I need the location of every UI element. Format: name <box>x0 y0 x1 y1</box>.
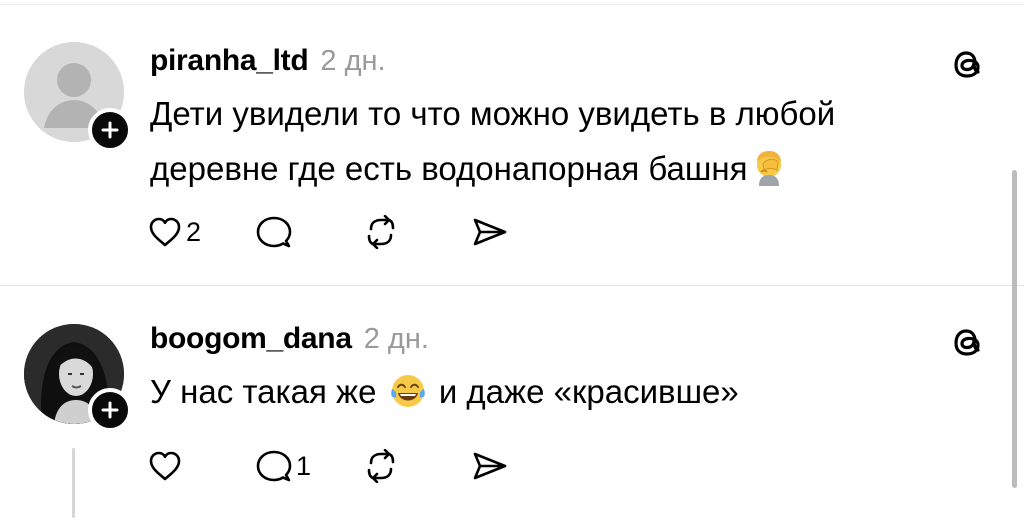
post-text: У нас такая же и даже «красивше» <box>150 364 930 427</box>
comment-icon <box>256 216 292 248</box>
face-with-tears-of-joy-emoji-icon <box>388 371 428 427</box>
post-text: Дети увидели то что можно увидеть в любо… <box>150 86 930 204</box>
repost-button[interactable] <box>364 444 472 488</box>
repost-icon <box>367 215 395 249</box>
heart-icon <box>149 451 181 481</box>
reply-post: piranha_ltd 2 дн. Дети увидели то что мо… <box>0 0 1024 285</box>
like-button[interactable] <box>148 444 256 488</box>
send-icon <box>473 218 507 246</box>
plus-icon <box>101 121 119 139</box>
reply-post: boogom_dana 2 дн. У нас такая же и даже … <box>0 286 1024 520</box>
like-button[interactable]: 2 <box>148 210 256 254</box>
threads-logo-icon[interactable] <box>948 44 988 84</box>
follow-plus-button[interactable] <box>88 388 132 432</box>
username[interactable]: boogom_dana <box>150 322 352 356</box>
post-time: 2 дн. <box>363 323 429 355</box>
reply-count: 1 <box>296 450 312 481</box>
share-button[interactable] <box>472 444 580 488</box>
post-header: boogom_dana 2 дн. <box>150 322 429 356</box>
post-text-content: Дети увидели то что можно увидеть в любо… <box>150 95 836 187</box>
scrollbar[interactable] <box>1012 170 1017 488</box>
repost-icon <box>367 449 395 483</box>
reply-button[interactable] <box>256 210 364 254</box>
threads-replies-view: piranha_ltd 2 дн. Дети увидели то что мо… <box>0 0 1024 520</box>
post-time: 2 дн. <box>320 45 386 77</box>
comment-icon <box>256 450 292 482</box>
heart-icon <box>149 217 181 247</box>
thread-connector-line <box>72 448 75 518</box>
post-actions: 1 <box>148 444 580 488</box>
post-text-after-emoji: и даже «красивше» <box>438 373 739 410</box>
username[interactable]: piranha_ltd <box>150 44 309 78</box>
post-text-before-emoji: У нас такая же <box>150 373 377 410</box>
post-header: piranha_ltd 2 дн. <box>150 44 386 78</box>
like-count: 2 <box>186 216 202 247</box>
face-palm-emoji-icon <box>749 148 789 204</box>
threads-logo-icon[interactable] <box>948 322 988 362</box>
follow-plus-button[interactable] <box>88 108 132 152</box>
post-actions: 2 <box>148 210 580 254</box>
send-icon <box>473 452 507 480</box>
plus-icon <box>101 401 119 419</box>
reply-button[interactable]: 1 <box>256 444 364 488</box>
share-button[interactable] <box>472 210 580 254</box>
repost-button[interactable] <box>364 210 472 254</box>
